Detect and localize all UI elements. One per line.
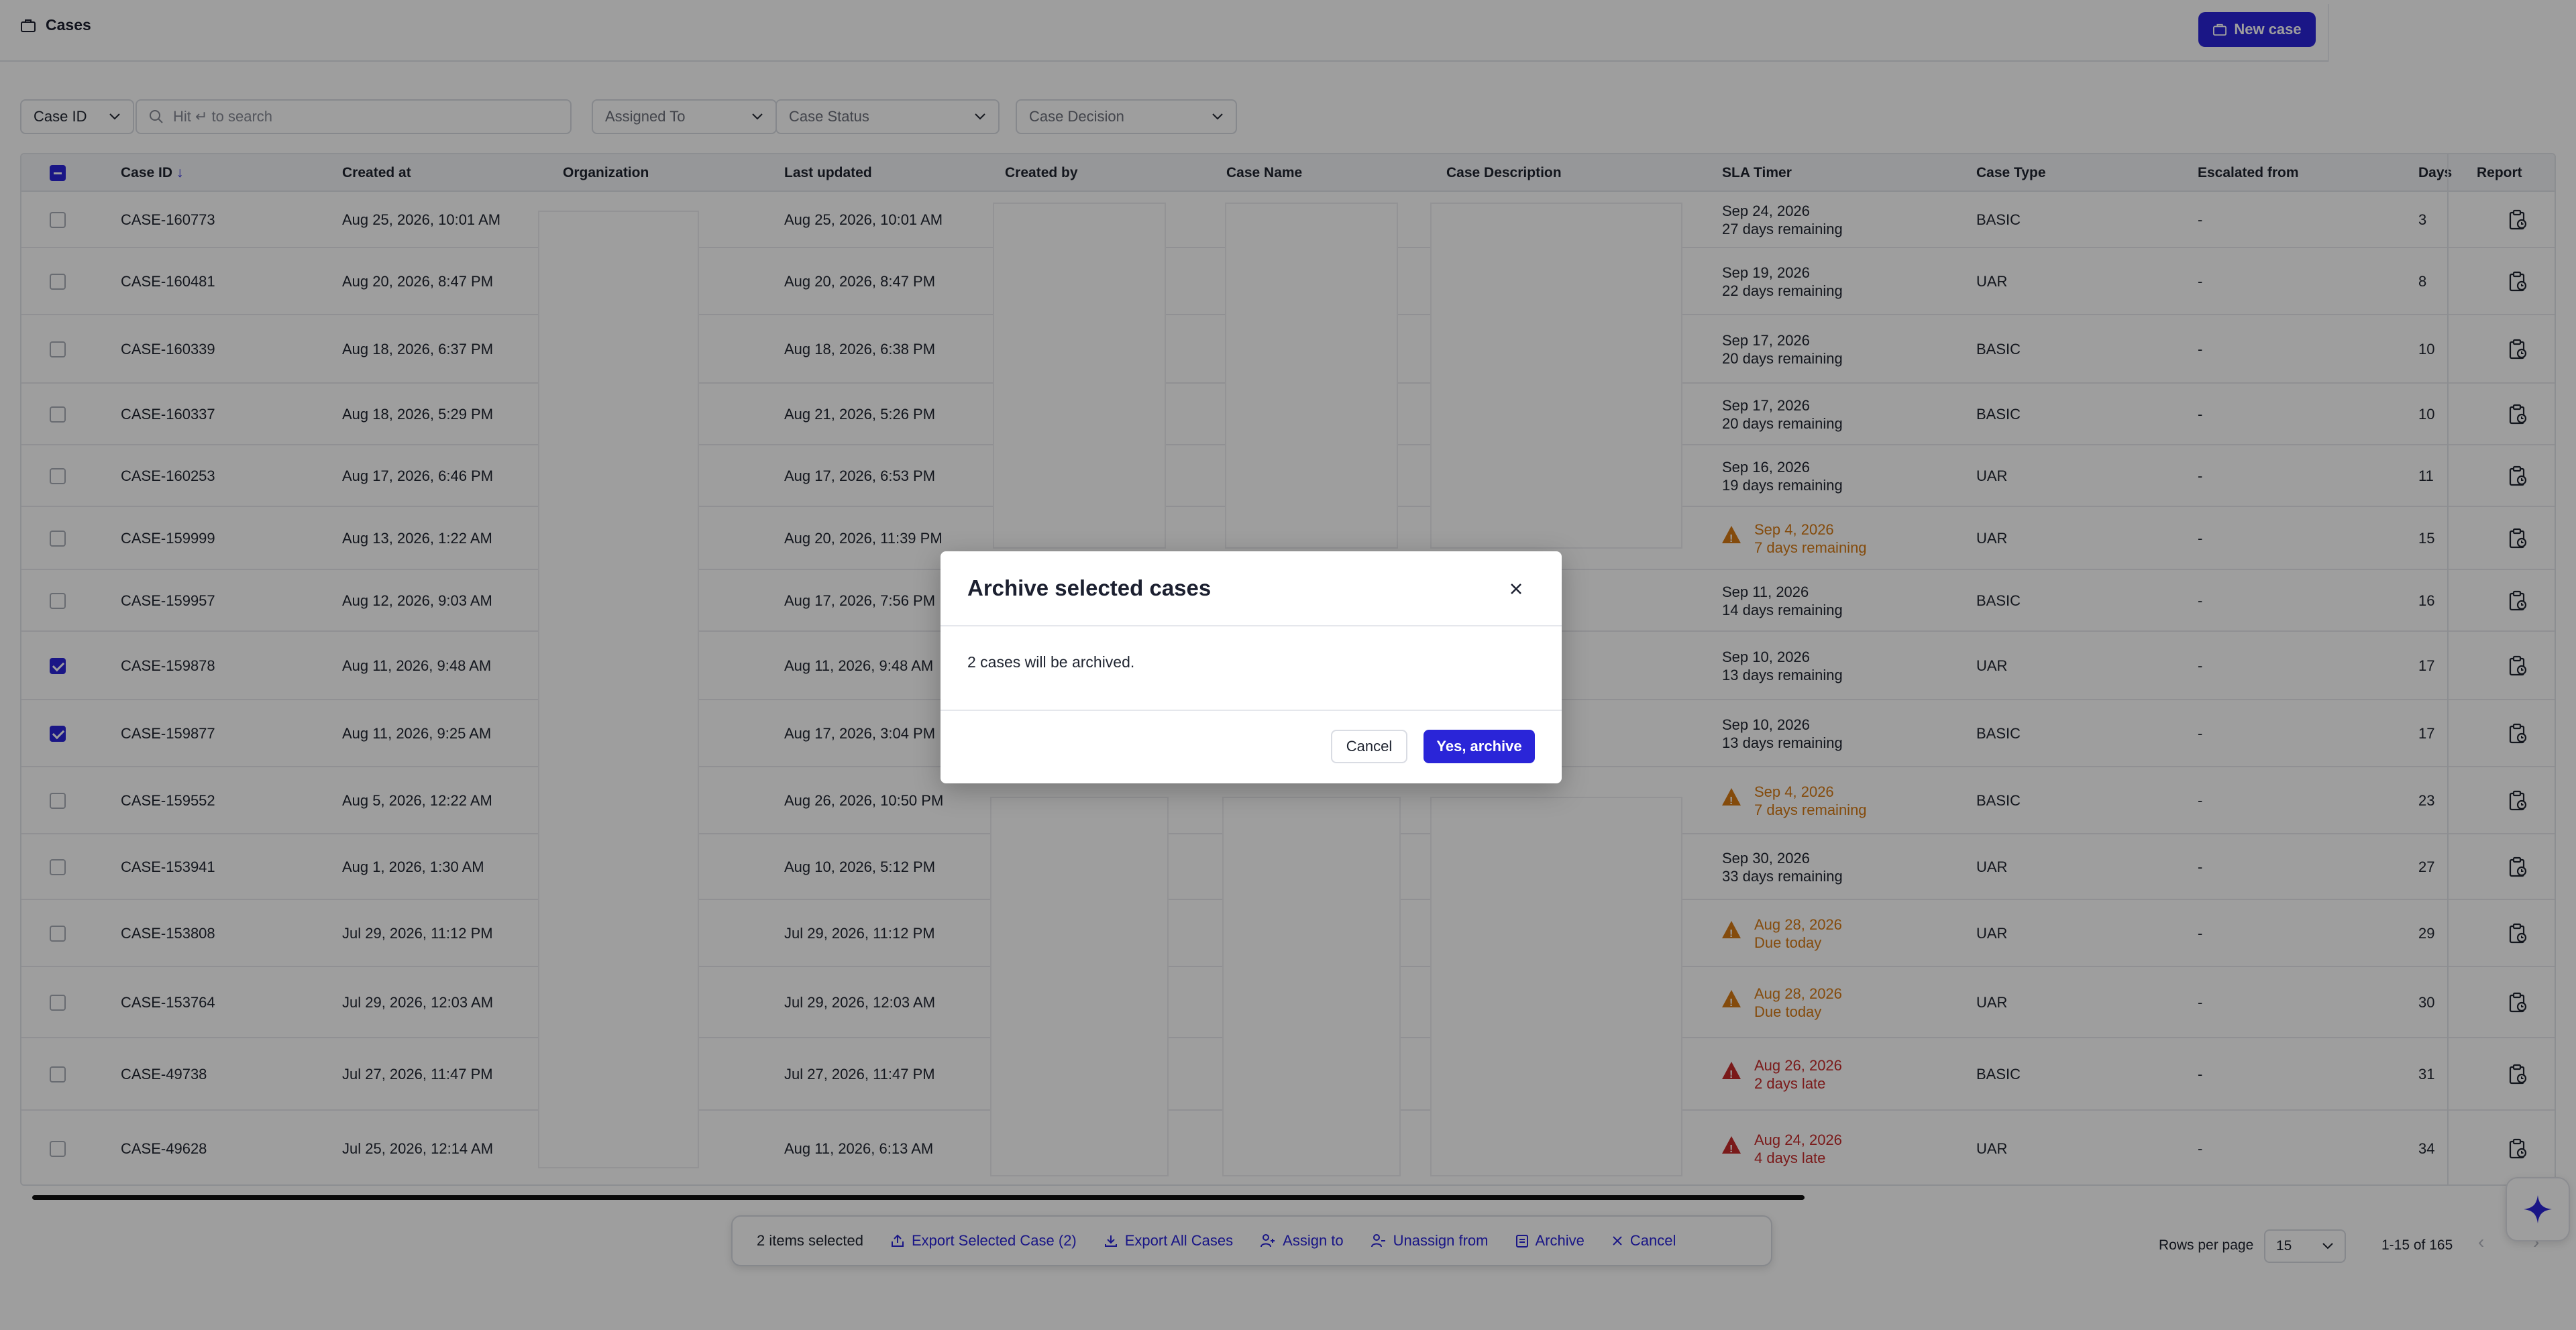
dialog-divider bbox=[941, 625, 1562, 626]
archive-confirm-dialog: Archive selected cases 2 cases will be a… bbox=[941, 551, 1562, 783]
close-icon bbox=[1511, 584, 1521, 594]
dialog-confirm-archive-button[interactable]: Yes, archive bbox=[1424, 730, 1535, 763]
dialog-close-button[interactable] bbox=[1501, 574, 1531, 604]
dialog-cancel-button[interactable]: Cancel bbox=[1331, 730, 1407, 763]
dialog-divider bbox=[941, 710, 1562, 711]
dialog-message: 2 cases will be archived. bbox=[967, 653, 1135, 671]
dialog-title: Archive selected cases bbox=[967, 575, 1212, 600]
